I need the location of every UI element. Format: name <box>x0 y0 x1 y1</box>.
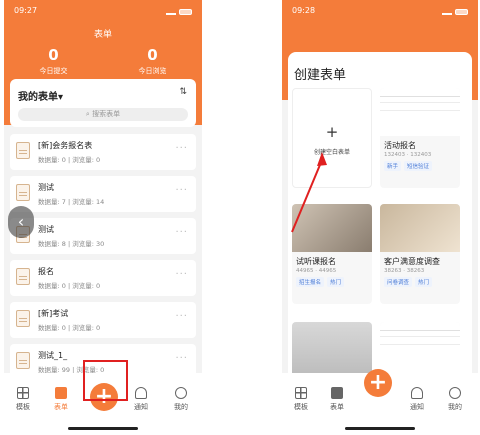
today-stats: 0 今日提交 0 今日浏览 <box>4 47 202 76</box>
tab-forms[interactable]: 表单 <box>322 387 352 412</box>
create-form-panel: 创建表单 + 创建空白表单 活动报名 132403 · 132403 新手 短信验… <box>288 52 472 382</box>
template-preview <box>380 204 460 252</box>
search-icon: ⌕ <box>85 110 90 118</box>
document-icon <box>16 268 30 285</box>
panel-title: 创建表单 <box>294 68 347 83</box>
more-icon[interactable]: ··· <box>175 311 188 322</box>
tab-notifications[interactable]: 通知 <box>402 387 432 412</box>
more-icon[interactable]: ··· <box>175 353 188 364</box>
list-item[interactable]: 报名 数据量: 0 | 浏览量: 0 ··· <box>10 260 196 296</box>
forms-filter-dropdown[interactable]: 我的表单▾ <box>18 88 63 103</box>
signal-icon <box>442 9 452 15</box>
template-tile[interactable]: 试听课报名 44965 · 44965 招生报名 热门 <box>292 204 372 304</box>
grid-icon <box>295 387 307 399</box>
tab-profile[interactable]: 我的 <box>440 387 470 412</box>
status-bar: 09:27 <box>14 6 192 18</box>
more-icon[interactable]: ··· <box>175 143 188 154</box>
battery-icon <box>455 9 468 15</box>
status-time: 09:28 <box>292 6 316 15</box>
form-icon <box>55 387 67 399</box>
template-tile[interactable]: 活动报名 132403 · 132403 新手 短信验证 <box>380 88 460 188</box>
smiley-icon <box>449 387 461 399</box>
template-preview <box>380 88 460 136</box>
tab-forms[interactable]: 表单 <box>46 387 76 412</box>
page-title: 表单 <box>93 30 112 40</box>
template-preview <box>292 204 372 252</box>
bell-icon <box>411 387 423 399</box>
signal-icon <box>166 9 176 15</box>
more-icon[interactable]: ··· <box>175 269 188 280</box>
list-item[interactable]: [新]考试 数据量: 0 | 浏览量: 0 ··· <box>10 302 196 338</box>
document-icon <box>16 184 30 201</box>
more-icon[interactable]: ··· <box>175 185 188 196</box>
more-icon[interactable]: ··· <box>175 227 188 238</box>
blank-form-tile[interactable]: + 创建空白表单 <box>292 88 372 188</box>
list-item[interactable]: 测试 数据量: 8 | 浏览量: 30 ··· <box>10 218 196 254</box>
highlight-box <box>83 360 128 401</box>
template-tile[interactable]: 客户满意度调查 38263 · 38263 问卷调查 热门 <box>380 204 460 304</box>
tab-templates[interactable]: 模板 <box>8 387 38 412</box>
list-item[interactable]: 测试 数据量: 7 | 浏览量: 14 ··· <box>10 176 196 212</box>
create-form-button[interactable]: + <box>364 369 392 397</box>
bell-icon <box>135 387 147 399</box>
my-forms-card: 我的表单▾ ⇅ ⌕ 搜索表单 <box>10 79 196 127</box>
list-item[interactable]: [新]会务报名表 数据量: 0 | 浏览量: 0 ··· <box>10 134 196 170</box>
tab-notifications[interactable]: 通知 <box>126 387 156 412</box>
home-indicator <box>68 427 138 430</box>
sort-icon[interactable]: ⇅ <box>179 87 187 97</box>
search-input[interactable]: ⌕ 搜索表单 <box>18 108 188 121</box>
document-icon <box>16 352 30 369</box>
stat-submissions: 0 今日提交 <box>39 46 68 75</box>
home-indicator <box>345 427 415 430</box>
document-icon <box>16 310 30 327</box>
battery-icon <box>179 9 192 15</box>
document-icon <box>16 142 30 159</box>
plus-icon: + <box>325 123 339 141</box>
tab-templates[interactable]: 模板 <box>286 387 316 412</box>
status-bar: 09:28 <box>292 6 468 18</box>
tab-profile[interactable]: 我的 <box>166 387 196 412</box>
create-form-screen: 09:28 创建表单 + 创建空白表单 活动报名 132403 · 132403… <box>282 0 478 435</box>
back-button[interactable]: ‹ <box>8 206 34 238</box>
form-icon <box>331 387 343 399</box>
status-time: 09:27 <box>14 6 38 15</box>
comparison-screenshot: 09:27 表单 0 今日提交 0 今日浏览 我的表单▾ ⇅ ⌕ 搜索表单 [新… <box>0 0 480 435</box>
grid-icon <box>17 387 29 399</box>
tab-bar: 模板 表单 + 通知 我的 <box>282 369 478 435</box>
smiley-icon <box>175 387 187 399</box>
stat-views: 0 今日浏览 <box>138 46 167 75</box>
